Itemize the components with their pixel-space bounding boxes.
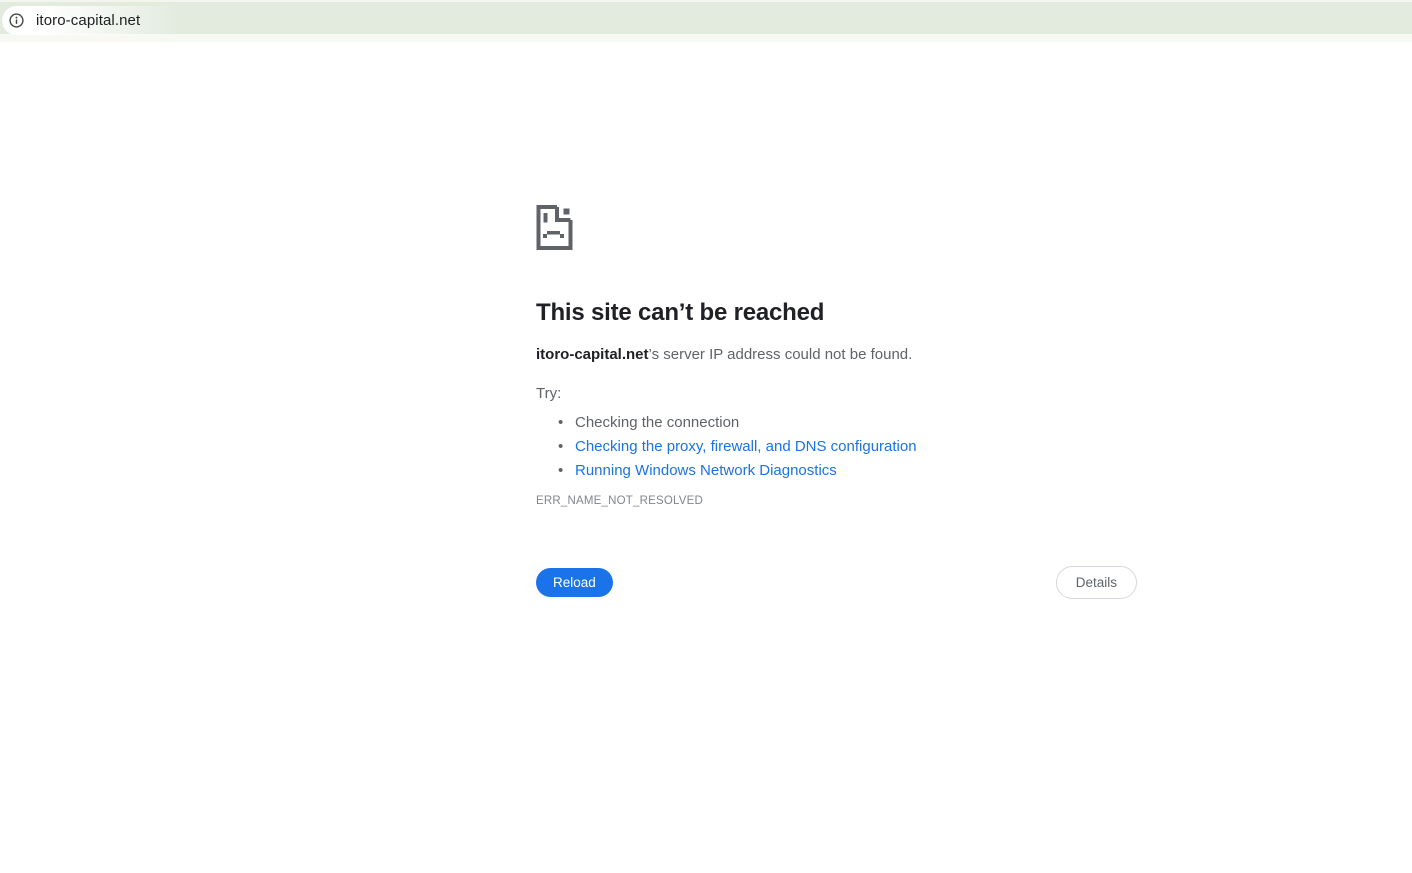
- suggestions-list: Checking the connection Checking the pro…: [536, 411, 1137, 483]
- details-button[interactable]: Details: [1055, 566, 1137, 599]
- error-title: This site can’t be reached: [536, 299, 825, 326]
- button-row: Reload Details: [536, 566, 1137, 599]
- error-code: ERR_NAME_NOT_RESOLVED: [536, 495, 703, 507]
- suggestion-text: Checking the connection: [575, 414, 740, 431]
- suggestion-checking-connection: Checking the connection: [558, 411, 1137, 435]
- error-page: This site can’t be reached itoro-capital…: [536, 205, 1137, 599]
- suggestion-network-diagnostics: Running Windows Network Diagnostics: [558, 459, 1137, 483]
- error-host: itoro-capital.net: [536, 346, 649, 363]
- error-message-suffix: ’s server IP address could not be found.: [648, 346, 913, 363]
- try-label: Try:: [536, 385, 562, 402]
- error-message: itoro-capital.net’s server IP address co…: [536, 345, 1137, 365]
- browser-toolbar: itoro-capital.net: [0, 0, 1412, 35]
- sad-file-icon: [536, 205, 573, 250]
- info-icon[interactable]: [2, 6, 31, 35]
- address-bar[interactable]: itoro-capital.net: [2, 6, 202, 35]
- network-diagnostics-link[interactable]: Running Windows Network Diagnostics: [575, 462, 837, 479]
- address-url[interactable]: itoro-capital.net: [36, 12, 140, 29]
- proxy-firewall-dns-link[interactable]: Checking the proxy, firewall, and DNS co…: [575, 438, 917, 455]
- reload-button[interactable]: Reload: [536, 568, 613, 597]
- toolbar-bottom-strip: [0, 34, 1412, 42]
- suggestion-proxy-firewall-dns: Checking the proxy, firewall, and DNS co…: [558, 435, 1137, 459]
